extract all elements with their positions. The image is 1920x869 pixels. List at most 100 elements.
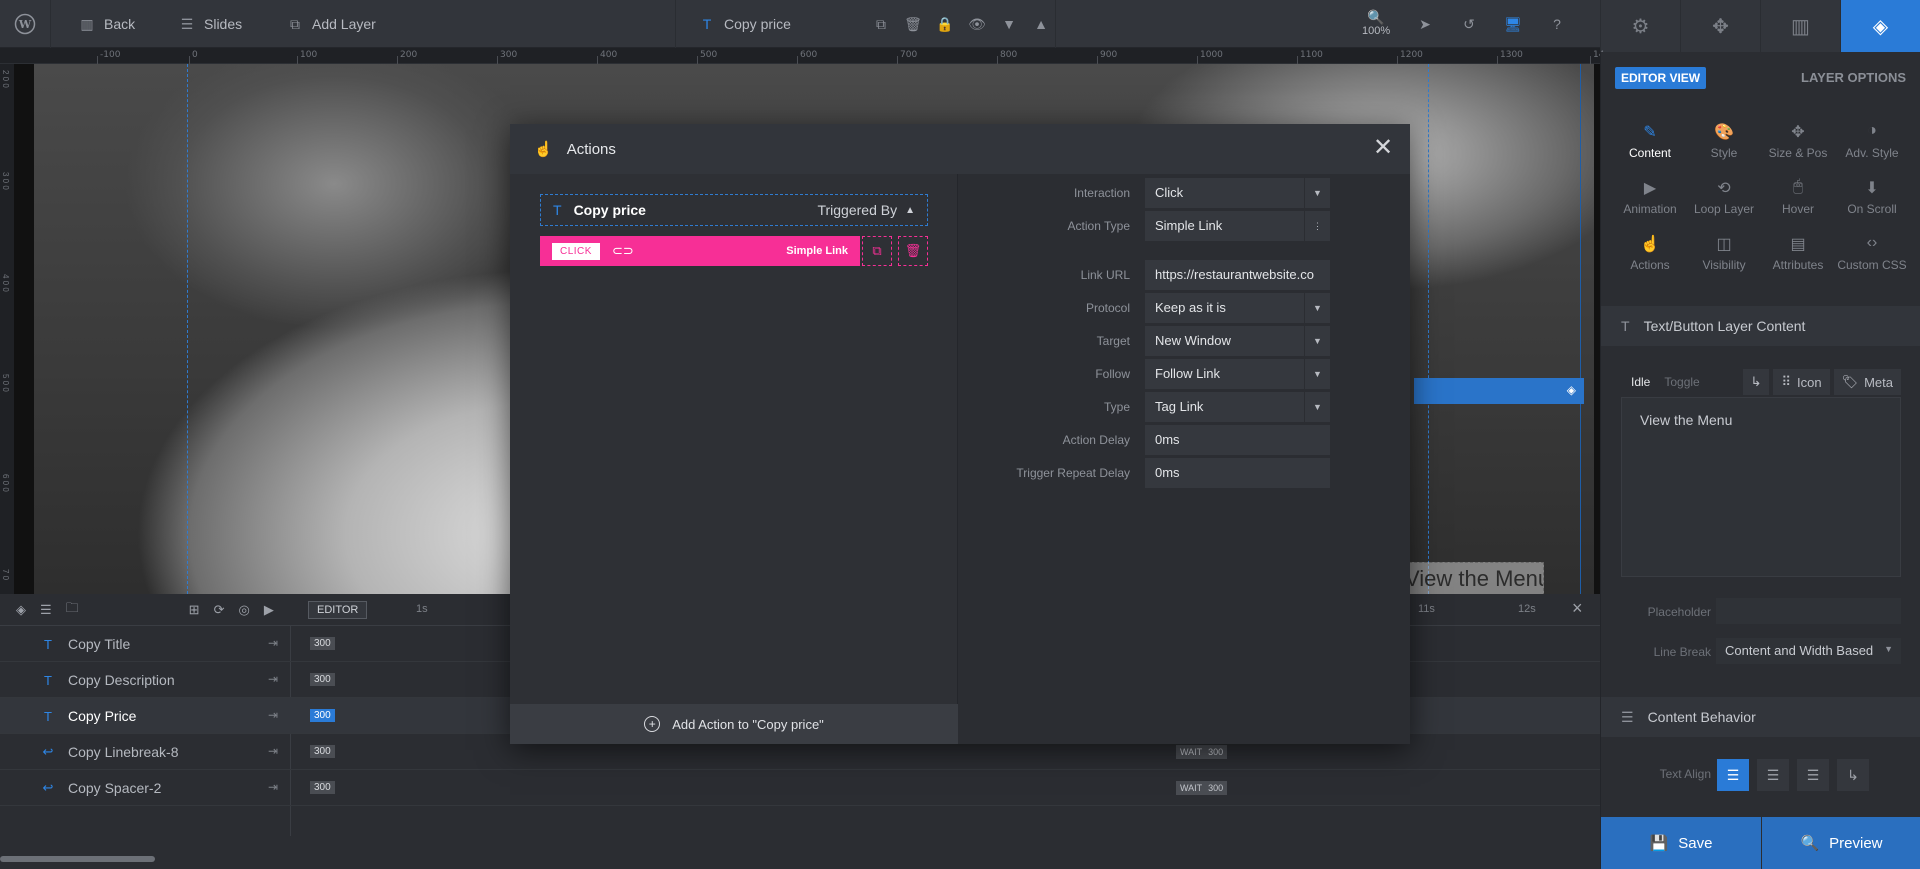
- navigation-tab[interactable]: ✥: [1680, 0, 1760, 52]
- editor-view-badge[interactable]: EDITOR VIEW: [1615, 67, 1707, 89]
- trash-icon[interactable]: 🗑: [904, 15, 922, 33]
- wordpress-logo[interactable]: W: [14, 0, 36, 48]
- align-end-icon[interactable]: ⇥: [268, 636, 278, 650]
- target-select[interactable]: New Window ▼: [1145, 326, 1330, 356]
- action-item[interactable]: CLICK ⊂⊃ Simple Link: [540, 236, 860, 266]
- align-reset-button[interactable]: ↳: [1837, 759, 1869, 791]
- save-icon: 💾: [1649, 835, 1669, 852]
- duplicate-action-button[interactable]: ⧉: [862, 236, 892, 266]
- toggle-tab[interactable]: Toggle: [1664, 375, 1699, 389]
- wait-chip[interactable]: WAIT 300: [1176, 745, 1228, 759]
- placeholder-input[interactable]: [1716, 598, 1901, 624]
- duplicate-icon[interactable]: ⧉: [872, 15, 890, 33]
- meta-button[interactable]: 🏷 Meta: [1833, 369, 1901, 395]
- target-icon[interactable]: ◎: [238, 602, 249, 618]
- type-value: Tag Link: [1155, 399, 1204, 414]
- align-left-button[interactable]: ☰: [1717, 759, 1749, 791]
- interaction-select[interactable]: Click ▼: [1145, 178, 1330, 208]
- align-center-button[interactable]: ☰: [1757, 759, 1789, 791]
- slides-button[interactable]: ☰ Slides: [178, 0, 242, 48]
- content-section-header[interactable]: T Text/Button Layer Content: [1601, 306, 1920, 346]
- wait-chip[interactable]: WAIT 300: [1176, 781, 1228, 795]
- undo-icon[interactable]: ↺: [1460, 15, 1478, 33]
- option-hover[interactable]: 🖱 Hover: [1761, 178, 1835, 216]
- trigger-layer-row[interactable]: T Copy price Triggered By ▲: [540, 194, 928, 226]
- action-delay-input[interactable]: 0ms: [1145, 425, 1330, 455]
- current-layer-title[interactable]: T Copy price: [698, 0, 791, 48]
- arrow-up-icon[interactable]: ▲: [1032, 15, 1050, 33]
- list-icon[interactable]: ☰: [40, 602, 52, 618]
- linebreak-select[interactable]: Content and Width Based ▼: [1716, 638, 1901, 664]
- preview-button[interactable]: 🔍 Preview: [1762, 817, 1920, 869]
- option-loop-layer[interactable]: ⟲ Loop Layer: [1687, 178, 1761, 216]
- close-timeline-icon[interactable]: ×: [1572, 598, 1583, 619]
- zoom-control[interactable]: 🔍 100%: [1362, 0, 1390, 48]
- trigger-repeat-delay-input[interactable]: 0ms: [1145, 458, 1330, 488]
- option-animation[interactable]: ▶ Animation: [1613, 178, 1687, 216]
- duration-chip[interactable]: 300: [310, 745, 335, 758]
- help-icon[interactable]: ?: [1548, 15, 1566, 33]
- eye-icon[interactable]: 👁: [968, 15, 986, 33]
- desktop-icon[interactable]: 🖥: [1504, 15, 1522, 33]
- layer-content-textarea[interactable]: View the Menu: [1621, 397, 1901, 577]
- grid-icon[interactable]: ⊞: [189, 602, 200, 618]
- option-on-scroll[interactable]: ⬇ On Scroll: [1835, 178, 1909, 216]
- option-attributes[interactable]: ▤ Attributes: [1761, 234, 1835, 272]
- selected-layer-bar[interactable]: ◈: [1414, 378, 1584, 404]
- align-end-icon[interactable]: ⇥: [268, 672, 278, 686]
- link-url-input[interactable]: https://restaurantwebsite.co: [1145, 260, 1330, 290]
- arrow-down-icon[interactable]: ▼: [1000, 15, 1018, 33]
- lock-icon[interactable]: 🔒: [936, 15, 954, 33]
- view-menu-layer[interactable]: View the Menu: [1404, 562, 1544, 594]
- chevron-down-icon: ▼: [1304, 326, 1330, 356]
- layers-icon[interactable]: ◈: [16, 602, 26, 618]
- action-type-select[interactable]: Simple Link ⋮: [1145, 211, 1330, 241]
- ruler-tick: 1200: [1400, 50, 1423, 60]
- delete-action-button[interactable]: 🗑: [898, 236, 928, 266]
- idle-tab[interactable]: Idle: [1631, 375, 1650, 389]
- duration-chip[interactable]: 300: [310, 709, 335, 722]
- align-end-icon[interactable]: ⇥: [268, 744, 278, 758]
- add-layer-button[interactable]: ⧉ Add Layer: [286, 0, 376, 48]
- option-adv-style[interactable]: ◑ Adv. Style: [1835, 122, 1909, 160]
- duration-chip[interactable]: 300: [310, 673, 335, 686]
- save-button[interactable]: 💾 Save: [1601, 817, 1761, 869]
- option-custom-css[interactable]: ‹› Custom CSS: [1835, 234, 1909, 272]
- icon-button[interactable]: ⠿ Icon: [1773, 369, 1830, 395]
- editor-tag[interactable]: EDITOR: [308, 601, 368, 619]
- add-action-button[interactable]: + Add Action to "Copy price": [510, 704, 958, 744]
- protocol-select[interactable]: Keep as it is ▼: [1145, 293, 1330, 323]
- action-type-value: Simple Link: [1155, 218, 1223, 233]
- option-label: Custom CSS: [1837, 258, 1907, 272]
- pointer-icon[interactable]: ➤: [1416, 15, 1434, 33]
- align-end-icon[interactable]: ⇥: [268, 780, 278, 794]
- option-content[interactable]: ✎ Content: [1613, 122, 1687, 160]
- timeline-scrollbar[interactable]: [0, 856, 155, 862]
- option-visibility[interactable]: ◫ Visibility: [1687, 234, 1761, 272]
- option-actions[interactable]: ☝ Actions: [1613, 234, 1687, 272]
- option-size-pos[interactable]: ✥ Size & Pos: [1761, 122, 1835, 160]
- timeline-row[interactable]: ↩ Copy Spacer-2 ⇥ 300 WAIT 300: [0, 770, 1600, 806]
- magnet-icon[interactable]: ⟳: [214, 602, 225, 618]
- chevron-down-icon: ▼: [1884, 644, 1893, 654]
- duration-chip[interactable]: 300: [310, 781, 335, 794]
- play-icon[interactable]: ▶: [264, 602, 274, 618]
- option-label: Content: [1628, 146, 1672, 160]
- close-icon[interactable]: ✕: [1370, 136, 1396, 162]
- align-right-icon: ☰: [1806, 766, 1820, 783]
- settings-tab[interactable]: ⚙: [1600, 0, 1680, 52]
- align-end-icon[interactable]: ⇥: [268, 708, 278, 722]
- behavior-section-header[interactable]: ☰ Content Behavior: [1601, 697, 1920, 737]
- follow-select[interactable]: Follow Link ▼: [1145, 359, 1330, 389]
- linebreak-button[interactable]: ↳: [1742, 369, 1770, 395]
- layers-tab[interactable]: ◈: [1840, 0, 1920, 52]
- option-style[interactable]: 🎨 Style: [1687, 122, 1761, 160]
- slides-tab[interactable]: ▥: [1760, 0, 1840, 52]
- back-button[interactable]: ▥ Back: [78, 0, 135, 48]
- folder-icon[interactable]: 🗀: [66, 599, 79, 621]
- layer-options-title[interactable]: LAYER OPTIONS: [1801, 70, 1906, 85]
- align-right-button[interactable]: ☰: [1797, 759, 1829, 791]
- type-select[interactable]: Tag Link ▼: [1145, 392, 1330, 422]
- triggered-by-toggle[interactable]: Triggered By ▲: [817, 202, 915, 218]
- duration-chip[interactable]: 300: [310, 637, 335, 650]
